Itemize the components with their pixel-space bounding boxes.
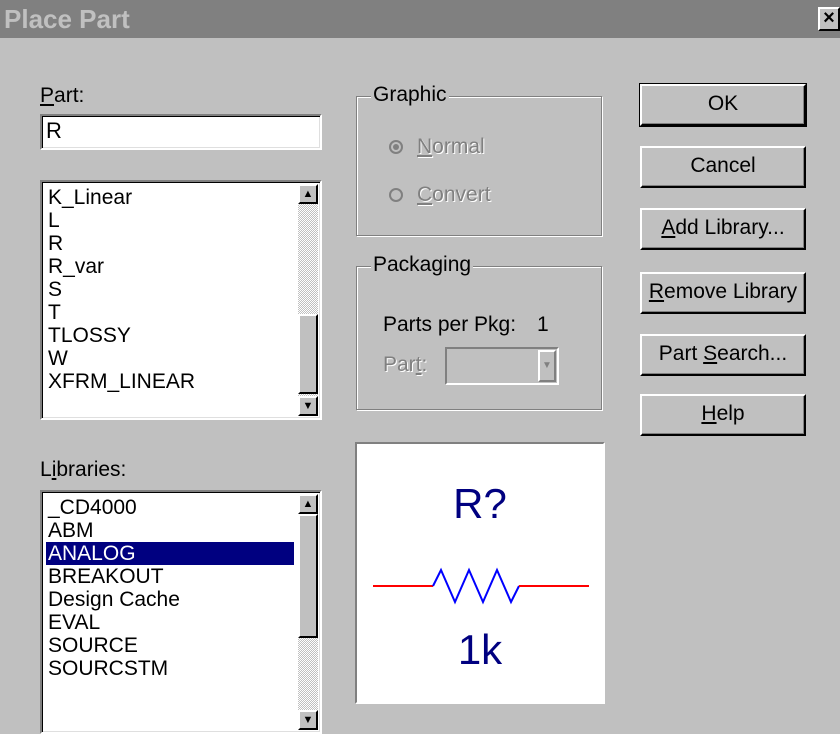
libraries-list-items: _CD4000 ABM ANALOG BREAKOUT Design Cache EVAL… [46,496,294,680]
parts-per-pkg-value: 1 [537,313,549,336]
resistor-zigzag [432,567,520,605]
part-name-value: R [46,118,62,143]
scroll-up-button[interactable]: ▲ [298,184,318,204]
part-name-input[interactable]: R [40,114,322,150]
convert-radio[interactable]: Convert [389,183,491,207]
package-part-label: Part: [383,353,428,376]
scroll-thumb[interactable] [298,514,318,638]
refdes-text: R? [453,480,507,527]
list-item[interactable]: SOURCE [46,634,294,657]
radio-empty-icon [389,188,403,202]
add-library-button[interactable]: Add Library... [640,208,806,250]
list-item[interactable]: SOURCSTM [46,657,294,680]
remove-library-button[interactable]: Remove Library [640,272,806,314]
list-item[interactable]: EVAL [46,611,294,634]
libraries-label: Libraries: [40,458,127,481]
libraries-listbox[interactable]: _CD4000 ABM ANALOG BREAKOUT Design Cache EVAL… [40,490,322,734]
list-item[interactable]: ABM [46,519,294,542]
scroll-thumb[interactable] [298,314,318,394]
list-item[interactable]: BREAKOUT [46,565,294,588]
list-item[interactable]: R_var [46,255,294,278]
window-title: Place Part [4,4,130,34]
help-button[interactable]: Help [640,394,806,436]
list-item[interactable]: R [46,232,294,255]
radio-selected-icon [389,140,403,154]
package-part-select[interactable]: ▼ [445,347,559,385]
resistor-preview-svg: R? 1k [373,480,589,673]
part-preview: R? 1k [355,442,605,704]
value-text: 1k [458,626,503,673]
list-item[interactable]: XFRM_LINEAR [46,370,294,393]
list-item[interactable]: K_Linear [46,186,294,209]
scroll-up-icon: ▲ [302,188,314,200]
graphic-group: Graphic Normal Convert [356,83,602,236]
parts-per-pkg-label: Parts per Pkg: [383,313,517,336]
list-item[interactable]: ANALOG [46,542,294,565]
normal-radio[interactable]: Normal [389,135,485,159]
scroll-down-icon: ▼ [302,714,314,726]
dialog-client: Part: R K_Linear L R R_var S T TLOSSY W XFRM_LIN… [0,38,840,734]
scroll-down-button[interactable]: ▼ [298,396,318,416]
part-list-scrollbar[interactable]: ▲ ▼ [298,184,318,416]
graphic-legend: Graphic [371,83,449,107]
list-item[interactable]: L [46,209,294,232]
dropdown-arrow-icon[interactable]: ▼ [538,350,556,382]
scroll-up-icon: ▲ [302,498,314,510]
title-bar[interactable]: Place Part × [0,0,840,38]
list-item[interactable]: Design Cache [46,588,294,611]
libraries-scrollbar[interactable]: ▲ ▼ [298,494,318,730]
part-listbox[interactable]: K_Linear L R R_var S T TLOSSY W XFRM_LINEAR ▲ ▼ [40,180,322,420]
close-icon: × [823,7,835,29]
part-search-button[interactable]: Part Search... [640,334,806,376]
list-item[interactable]: T [46,301,294,324]
list-item[interactable]: TLOSSY [46,324,294,347]
part-label: Part: [40,84,85,107]
list-item[interactable]: S [46,278,294,301]
scroll-down-icon: ▼ [302,400,314,412]
packaging-group: Packaging Parts per Pkg: 1 Part: ▼ [356,253,602,410]
list-item[interactable]: _CD4000 [46,496,294,519]
part-list-items: K_Linear L R R_var S T TLOSSY W XFRM_LINEAR [46,186,294,393]
scroll-down-button[interactable]: ▼ [298,710,318,730]
ok-button[interactable]: OK [639,83,807,127]
cancel-button[interactable]: Cancel [640,146,806,188]
list-item[interactable]: W [46,347,294,370]
packaging-legend: Packaging [371,253,474,277]
close-button[interactable]: × [818,7,840,31]
scroll-up-button[interactable]: ▲ [298,494,318,514]
